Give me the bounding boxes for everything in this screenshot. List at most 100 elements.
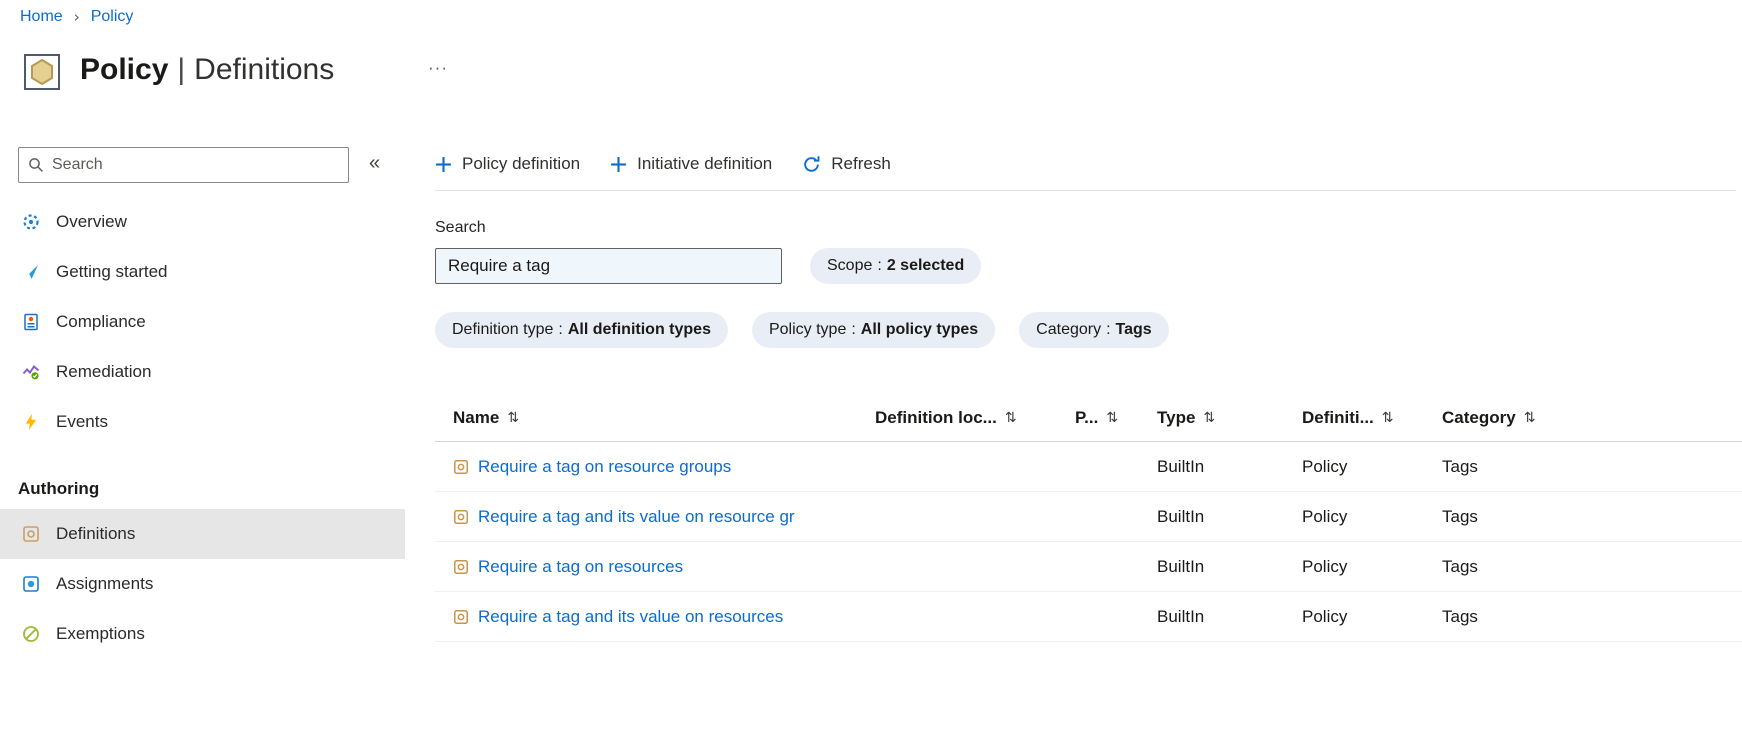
sidebar-item-label: Remediation — [56, 362, 152, 381]
pill-value: 2 selected — [886, 257, 965, 274]
definition-type-cell: Policy — [1302, 606, 1348, 626]
sidebar-item-label: Compliance — [56, 312, 146, 331]
type-cell: BuiltIn — [1157, 506, 1205, 526]
category-cell: Tags — [1442, 456, 1478, 476]
column-label: Category — [1442, 407, 1516, 427]
column-header-definition-type[interactable]: Definiti... ⇅ — [1302, 408, 1442, 428]
policy-definition-button[interactable]: Policy definition — [435, 154, 580, 174]
sidebar-item-assignments[interactable]: Assignments — [0, 559, 405, 609]
sort-icon: ⇅ — [1203, 409, 1216, 426]
policy-definitions-page: Home › Policy Policy | Definitions ··· S… — [0, 0, 1742, 743]
main-content: Policy definition Initiative definition — [435, 145, 1742, 642]
exemptions-icon — [22, 625, 40, 643]
pill-name: Definition type — [452, 321, 554, 338]
overview-icon — [22, 213, 40, 231]
sidebar-item-label: Assignments — [56, 574, 154, 593]
page-title: Policy | Definitions — [80, 53, 334, 87]
refresh-button[interactable]: Refresh — [802, 154, 891, 174]
pill-value: All policy types — [860, 321, 979, 338]
definition-link[interactable]: Require a tag on resource groups — [478, 457, 731, 477]
filter-row-1: Scope : 2 selected — [435, 248, 1742, 284]
assignments-icon — [22, 575, 40, 593]
column-label: Name — [453, 407, 500, 427]
filter-pill-policy-type[interactable]: Policy type : All policy types — [751, 312, 996, 348]
chevron-right-icon: › — [73, 8, 80, 26]
sidebar-item-label: Overview — [56, 212, 127, 231]
name-cell: Require a tag and its value on resources — [435, 607, 875, 627]
column-header-name[interactable]: Name ⇅ — [435, 408, 875, 428]
category-cell: Tags — [1442, 506, 1478, 526]
sidebar-item-label: Events — [56, 412, 108, 431]
button-label: Refresh — [831, 154, 891, 173]
getting-started-icon — [22, 263, 40, 281]
type-cell: BuiltIn — [1157, 606, 1205, 626]
breadcrumb: Home › Policy — [20, 8, 133, 26]
sidebar-item-getting-started[interactable]: Getting started — [0, 247, 405, 297]
page-title-primary: Policy — [80, 53, 169, 86]
column-header-definition-location[interactable]: Definition loc... ⇅ — [875, 408, 1075, 428]
definition-link[interactable]: Require a tag and its value on resource … — [478, 507, 795, 527]
type-cell: BuiltIn — [1157, 456, 1205, 476]
sidebar-search-box — [18, 147, 349, 183]
sidebar-item-definitions[interactable]: Definitions — [0, 509, 405, 559]
pill-separator: : — [558, 321, 563, 338]
sidebar-item-compliance[interactable]: Compliance — [0, 297, 405, 347]
remediation-icon — [22, 363, 40, 381]
definition-type-cell: Policy — [1302, 506, 1348, 526]
initiative-definition-button[interactable]: Initiative definition — [610, 154, 772, 174]
command-bar: Policy definition Initiative definition — [435, 145, 1742, 183]
sidebar-nav: Overview Getting started Compliance Reme… — [0, 197, 405, 659]
column-header-type[interactable]: Type ⇅ — [1157, 408, 1302, 428]
sort-icon: ⇅ — [1004, 409, 1017, 426]
definition-link[interactable]: Require a tag and its value on resources — [478, 607, 783, 627]
button-label: Policy definition — [462, 154, 581, 173]
name-cell: Require a tag on resource groups — [435, 457, 875, 477]
more-menu-button[interactable]: ··· — [428, 58, 448, 78]
events-icon — [22, 413, 40, 431]
pill-name: Policy type — [768, 321, 847, 338]
type-cell: BuiltIn — [1157, 556, 1205, 576]
sort-icon: ⇅ — [507, 409, 520, 426]
sidebar-item-events[interactable]: Events — [0, 397, 405, 447]
search-icon — [28, 157, 44, 173]
sidebar-search-input[interactable] — [52, 156, 339, 174]
sidebar-item-overview[interactable]: Overview — [0, 197, 405, 247]
table-row[interactable]: Require a tag on resources BuiltIn Polic… — [435, 542, 1742, 592]
filter-pill-category[interactable]: Category : Tags — [1019, 312, 1169, 348]
sidebar-item-exemptions[interactable]: Exemptions — [0, 609, 405, 659]
pill-value: All definition types — [567, 321, 711, 338]
category-cell: Tags — [1442, 606, 1478, 626]
definitions-table: Name ⇅ Definition loc... ⇅ P... ⇅ Type ⇅… — [435, 394, 1742, 642]
policy-definition-icon — [453, 559, 469, 575]
sidebar-item-label: Definitions — [56, 524, 136, 543]
sort-icon: ⇅ — [1523, 409, 1536, 426]
plus-icon — [610, 156, 627, 173]
toolbar-divider — [435, 190, 1736, 191]
pill-separator: : — [851, 321, 856, 338]
breadcrumb-home-link[interactable]: Home — [20, 8, 63, 26]
search-label: Search — [435, 219, 486, 236]
policy-definition-icon — [453, 509, 469, 525]
pill-name: Scope — [827, 257, 873, 274]
collapse-sidebar-button[interactable]: « — [369, 152, 380, 175]
filter-pill-scope[interactable]: Scope : 2 selected — [810, 248, 982, 284]
definition-search-input[interactable] — [435, 248, 782, 284]
column-header-category[interactable]: Category ⇅ — [1442, 408, 1742, 428]
table-row[interactable]: Require a tag on resource groups BuiltIn… — [435, 442, 1742, 492]
table-row[interactable]: Require a tag and its value on resources… — [435, 592, 1742, 642]
policy-definition-icon — [453, 459, 469, 475]
column-label: P... — [1075, 407, 1099, 427]
sidebar-item-remediation[interactable]: Remediation — [0, 347, 405, 397]
column-header-policies[interactable]: P... ⇅ — [1075, 408, 1157, 428]
filter-pill-definition-type[interactable]: Definition type : All definition types — [435, 312, 728, 348]
name-cell: Require a tag on resources — [435, 557, 875, 577]
definition-type-cell: Policy — [1302, 556, 1348, 576]
definition-link[interactable]: Require a tag on resources — [478, 557, 683, 577]
breadcrumb-policy-link[interactable]: Policy — [91, 8, 134, 26]
table-row[interactable]: Require a tag and its value on resource … — [435, 492, 1742, 542]
button-label: Initiative definition — [637, 154, 773, 173]
policy-icon — [22, 52, 62, 92]
column-label: Type — [1157, 407, 1196, 427]
filter-row-2: Definition type : All definition types P… — [435, 312, 1742, 348]
page-header: Policy | Definitions — [22, 48, 334, 92]
